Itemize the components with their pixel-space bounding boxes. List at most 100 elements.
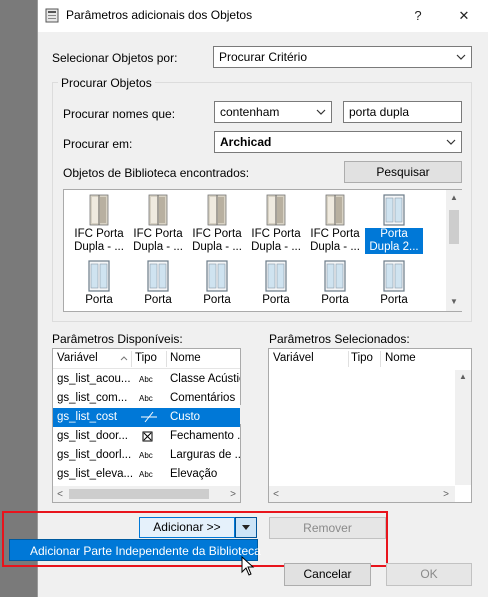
library-object-item[interactable]: Porta	[306, 260, 364, 307]
table-row[interactable]: gs_list_doorl... Abc Larguras de ...	[53, 446, 240, 465]
param-variable: gs_list_cost	[57, 411, 118, 423]
ok-button[interactable]: OK	[386, 563, 472, 586]
door-glass-icon	[146, 260, 170, 292]
column-header-type[interactable]: Tipo	[135, 349, 157, 368]
available-hscrollbar-thumb[interactable]	[69, 489, 209, 499]
search-text-input[interactable]: porta dupla	[343, 101, 462, 123]
door-glass-icon	[382, 260, 406, 292]
library-object-item[interactable]: Porta	[129, 260, 187, 307]
param-variable: gs_list_doorl...	[57, 449, 132, 461]
library-object-label: Dupla 2...	[365, 241, 423, 254]
library-object-label: IFC Porta	[310, 228, 360, 240]
param-name: Fechamento ...	[170, 430, 240, 442]
table-row[interactable]: gs_list_eleva... Abc Elevação	[53, 465, 240, 484]
string-type-icon: Abc	[139, 451, 153, 460]
dialog-window: Parâmetros adicionais dos Objetos ? ✕ Se…	[2, 0, 488, 597]
library-object-label: Porta	[321, 294, 349, 306]
library-object-label: Porta	[365, 228, 423, 241]
cancel-button[interactable]: Cancelar	[284, 563, 371, 586]
table-row[interactable]: gs_list_acou... Abc Classe Acústic	[53, 370, 240, 389]
chevron-down-icon	[456, 54, 466, 60]
door-glass-icon	[205, 260, 229, 292]
library-object-label: Porta	[262, 294, 290, 306]
scroll-right-icon[interactable]: >	[228, 489, 238, 500]
library-object-item[interactable]: Porta	[365, 260, 423, 307]
available-params-label: Parâmetros Disponíveis:	[52, 332, 183, 346]
selected-params-label: Parâmetros Selecionados:	[269, 332, 410, 346]
library-object-item[interactable]: IFC Porta Dupla - ...	[129, 194, 187, 254]
string-type-icon: Abc	[139, 375, 153, 384]
library-scrollbar[interactable]: ▲ ▼	[446, 190, 462, 311]
column-header-variable[interactable]: Variável	[57, 349, 98, 368]
scroll-left-icon[interactable]: <	[271, 489, 281, 500]
library-object-label: IFC Porta	[74, 228, 124, 240]
library-object-label: Porta	[144, 294, 172, 306]
search-in-dropdown[interactable]: Archicad	[214, 131, 462, 153]
library-object-item[interactable]: IFC Porta Dupla - ...	[70, 194, 128, 254]
column-header-name[interactable]: Nome	[385, 349, 416, 368]
library-object-label: Dupla - ...	[192, 241, 242, 253]
param-variable: gs_list_eleva...	[57, 468, 134, 480]
selected-hscrollbar[interactable]: < >	[269, 486, 455, 502]
library-object-label: IFC Porta	[133, 228, 183, 240]
param-variable: gs_list_com...	[57, 392, 128, 404]
available-hscrollbar[interactable]: < >	[53, 486, 240, 502]
scroll-left-icon[interactable]: <	[55, 489, 65, 500]
param-name: Custo	[170, 411, 201, 423]
param-name: Comentários	[170, 392, 236, 404]
library-object-label: Dupla - ...	[251, 241, 301, 253]
library-object-label: Porta	[85, 294, 113, 306]
table-row[interactable]: gs_list_com... Abc Comentários	[53, 389, 240, 408]
close-button[interactable]: ✕	[452, 4, 476, 28]
chevron-down-icon	[446, 139, 456, 145]
select-by-label: Selecionar Objetos por:	[52, 51, 178, 65]
library-object-label: IFC Porta	[192, 228, 242, 240]
dialog-title: Parâmetros adicionais dos Objetos	[66, 8, 253, 22]
library-object-label: Porta	[380, 294, 408, 306]
string-type-icon: Abc	[139, 470, 153, 479]
library-scrollbar-thumb[interactable]	[449, 210, 459, 244]
table-row[interactable]: gs_list_door... Fechamento ...	[53, 427, 240, 446]
search-condition-dropdown[interactable]: contenham	[214, 101, 332, 123]
scroll-up-icon[interactable]: ▲	[446, 193, 462, 202]
scroll-up-icon[interactable]: ▲	[455, 372, 471, 381]
library-object-label: IFC Porta	[251, 228, 301, 240]
found-objects-label: Objetos de Biblioteca encontrados:	[63, 166, 250, 180]
help-button[interactable]: ?	[406, 4, 430, 28]
column-header-type[interactable]: Tipo	[351, 349, 373, 368]
title-bar[interactable]: Parâmetros adicionais dos Objetos ? ✕	[38, 0, 488, 32]
search-in-value: Archicad	[220, 135, 272, 149]
select-by-dropdown[interactable]: Procurar Critério	[213, 46, 472, 68]
column-header-name[interactable]: Nome	[170, 349, 201, 368]
door-glass-icon	[323, 260, 347, 292]
scroll-right-icon[interactable]: >	[441, 489, 451, 500]
chevron-down-icon	[316, 109, 326, 115]
library-object-item[interactable]: Porta	[247, 260, 305, 307]
column-header-variable[interactable]: Variável	[273, 349, 314, 368]
mouse-cursor-icon	[241, 556, 255, 576]
dropdown-menu-item[interactable]: Adicionar Parte Independente da Bibliote…	[9, 539, 261, 561]
string-type-icon: Abc	[139, 394, 153, 403]
library-object-label: Dupla - ...	[310, 241, 360, 253]
library-objects-grid: IFC Porta Dupla - ... IFC Porta Dupla - ...…	[64, 190, 447, 311]
table-row[interactable]: gs_list_cost Custo	[53, 408, 240, 427]
selected-vscrollbar[interactable]: ▲	[455, 370, 471, 485]
library-object-label: Dupla - ...	[133, 241, 183, 253]
search-group-title: Procurar Objetos	[58, 76, 155, 90]
library-object-item[interactable]: Porta	[70, 260, 128, 307]
param-variable: gs_list_door...	[57, 430, 128, 442]
select-by-value: Procurar Critério	[219, 50, 308, 64]
search-button[interactable]: Pesquisar	[344, 161, 462, 183]
available-params-rows: gs_list_acou... Abc Classe Acústic gs_list_…	[53, 370, 240, 484]
library-object-item[interactable]: IFC Porta Dupla - ...	[247, 194, 305, 254]
sort-up-icon	[120, 353, 128, 363]
library-object-item[interactable]: Porta	[188, 260, 246, 307]
library-objects-panel: IFC Porta Dupla - ... IFC Porta Dupla - ...…	[63, 189, 462, 312]
library-object-label: Porta	[203, 294, 231, 306]
scroll-down-icon[interactable]: ▼	[446, 297, 462, 306]
library-object-item[interactable]: IFC Porta Dupla - ...	[188, 194, 246, 254]
library-object-item[interactable]: Porta Dupla 2...	[365, 194, 423, 254]
door-glass-icon	[382, 194, 406, 226]
search-condition-value: contenham	[220, 105, 280, 119]
library-object-item[interactable]: IFC Porta Dupla - ...	[306, 194, 364, 254]
